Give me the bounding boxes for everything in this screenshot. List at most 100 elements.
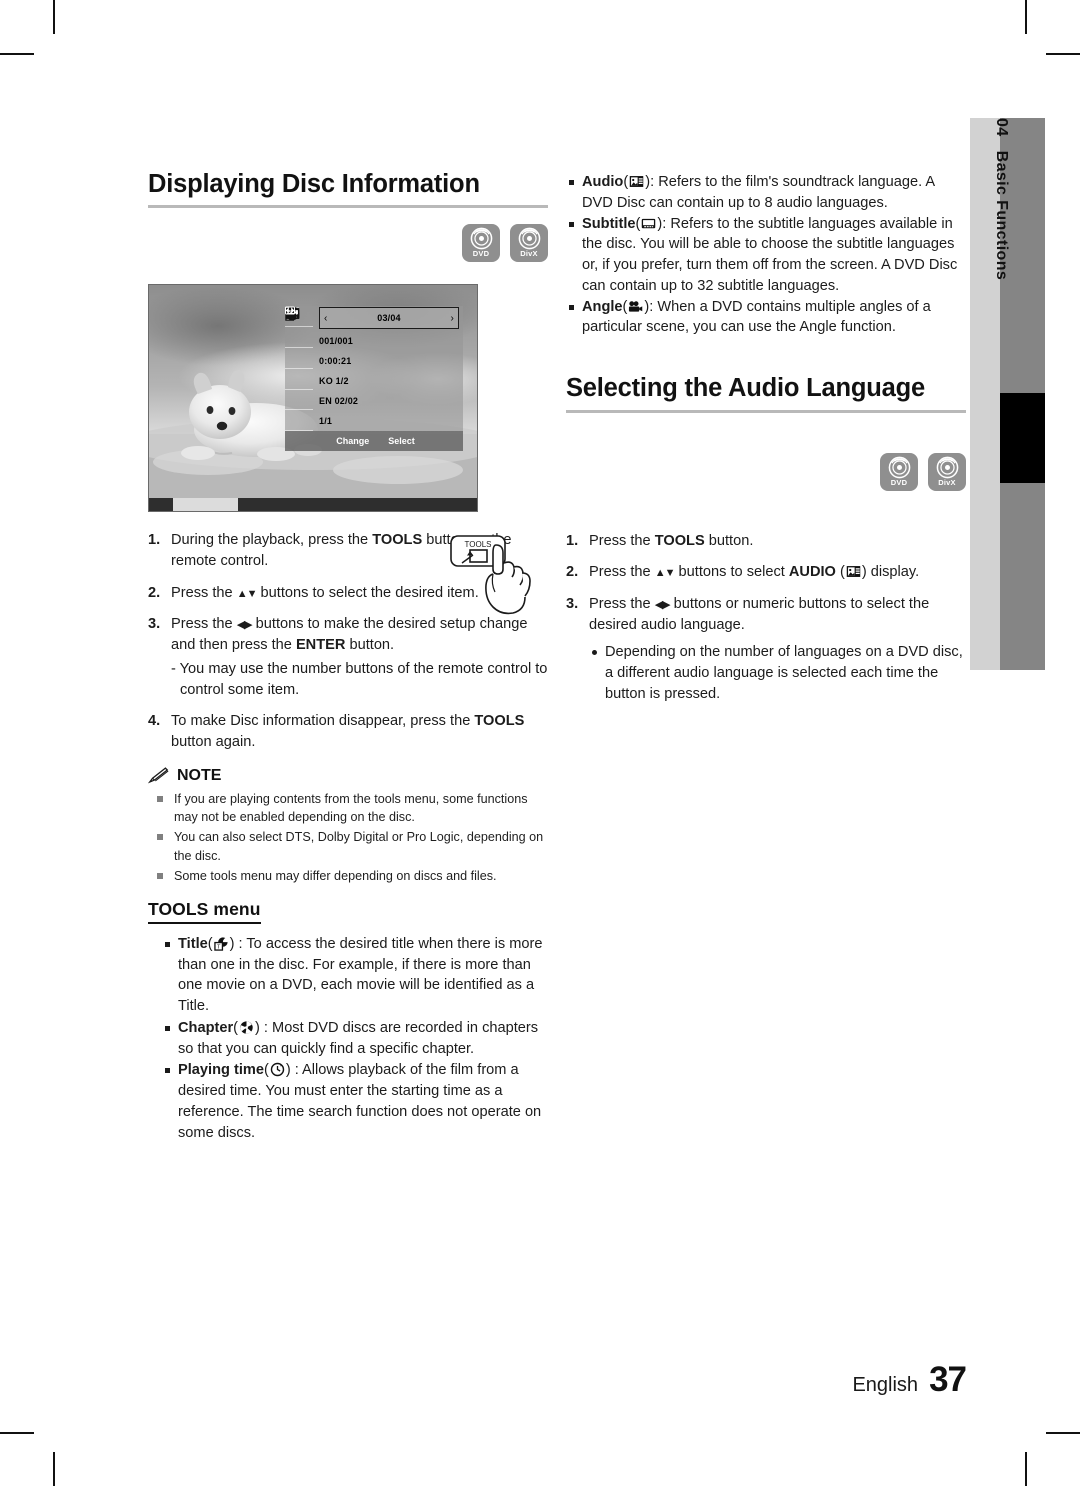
- audio-icon: [629, 174, 644, 189]
- osd-prev-arrow[interactable]: ‹: [324, 313, 328, 324]
- term-bullet: Angle(): When a DVD contains multiple an…: [566, 297, 966, 339]
- disc-badge-label: DivX: [520, 249, 538, 259]
- step-text: To make Disc information disappear, pres…: [171, 713, 525, 751]
- note-block: NOTE If you are playing contents from th…: [148, 767, 548, 885]
- crop-mark-top-right-vertical: [1025, 0, 1027, 34]
- crop-mark-top-left-vertical: [53, 0, 55, 34]
- disc-badge-dvd: DVD: [880, 452, 918, 491]
- hand-pressing-tools-button-illustration: TOOLS: [450, 535, 531, 615]
- audio-icon: [846, 564, 861, 579]
- angle-icon: [628, 299, 643, 314]
- tools-menu-item: Title(T) : To access the desired title w…: [148, 934, 548, 1017]
- step-number: 2.: [148, 584, 161, 601]
- page-title: Displaying Disc Information: [148, 170, 480, 198]
- tools-menu-title: TOOLS menu: [148, 899, 261, 925]
- crop-mark-top-right-horizontal: [1046, 53, 1080, 55]
- step-text: Press the ▲▼ buttons to select AUDIO () …: [589, 564, 920, 581]
- audio-language-title: Selecting the Audio Language: [566, 374, 925, 403]
- note-item: You can also select DTS, Dolby Digital o…: [148, 828, 548, 865]
- osd-row-value: 1/1: [319, 416, 333, 427]
- divx-disc-icon: [518, 227, 541, 250]
- osd-subtitle-icon: [285, 309, 313, 411]
- footer-language: English: [852, 1374, 919, 1396]
- term-bullet: Subtitle(): Refers to the subtitle langu…: [566, 214, 966, 297]
- osd-row-value: KO 1/2: [319, 375, 349, 386]
- subtitle-icon: [641, 216, 656, 231]
- osd-next-arrow[interactable]: ›: [450, 313, 454, 324]
- step-item: 2. Press the ▲▼ buttons to select AUDIO (…: [566, 562, 966, 583]
- step-sub-bullet: Depending on the number of languages on …: [589, 642, 966, 704]
- step-sub-note: - You may use the number buttons of the …: [171, 660, 548, 698]
- osd-row[interactable]: KO 1/2: [319, 371, 463, 391]
- note-list: If you are playing contents from the too…: [148, 790, 548, 885]
- chapter-number: 04: [993, 118, 1010, 137]
- disc-info-osd: T ‹ 03/04 › 001/001 0:00:21 KO 1/2 EN 02/02 1/1…: [285, 306, 463, 456]
- crop-mark-top-left-horizontal: [0, 53, 34, 55]
- osd-row-value: EN 02/02: [319, 396, 359, 407]
- step-text: Press the ◀▶ buttons or numeric buttons …: [589, 596, 930, 633]
- osd-row[interactable]: EN 02/02: [319, 391, 463, 411]
- note-item: Some tools menu may differ depending on …: [148, 867, 548, 885]
- playing-time-icon: [270, 1062, 285, 1077]
- osd-row-value: 03/04: [377, 313, 401, 324]
- left-disc-badges: DVD DivX: [148, 224, 548, 263]
- disc-badge-divx: DivX: [928, 452, 966, 491]
- osd-playing-time-icon: [285, 307, 313, 369]
- tools-menu-list: Title(T) : To access the desired title w…: [148, 934, 548, 1143]
- disc-badge-label: DivX: [938, 477, 956, 487]
- tools-menu-item: Playing time() : Allows playback of the …: [148, 1060, 548, 1143]
- left-column: Displaying Disc Information DVD DivX ‹ 0…: [148, 170, 548, 1144]
- note-title: NOTE: [177, 766, 222, 784]
- crop-mark-bottom-left-horizontal: [0, 1432, 34, 1434]
- osd-row[interactable]: 1/1: [319, 411, 463, 431]
- chapter-tab: 04 Basic Functions: [970, 118, 1045, 670]
- osd-angle-icon: [285, 308, 313, 432]
- crop-mark-bottom-right-vertical: [1025, 1452, 1027, 1486]
- osd-chapter-icon: [285, 307, 313, 348]
- footer-page-number: 37: [929, 1360, 967, 1399]
- chapter-icon: [239, 1020, 254, 1035]
- crop-mark-bottom-right-horizontal: [1046, 1432, 1080, 1434]
- crop-mark-bottom-left-vertical: [53, 1452, 55, 1486]
- term-bullet: Audio(): Refers to the film's soundtrack…: [566, 172, 966, 214]
- step-item: 1. Press the TOOLS button.: [566, 531, 966, 552]
- right-column: Audio(): Refers to the film's soundtrack…: [566, 172, 966, 705]
- title-icon: T: [213, 936, 229, 951]
- step-item: 4. To make Disc information disappear, pr…: [148, 711, 548, 752]
- osd-row-value: 001/001: [319, 335, 353, 346]
- step-number: 3.: [566, 596, 579, 612]
- step-item: 3. Press the ◀▶ buttons or numeric button…: [566, 594, 966, 635]
- chapter-tab-text: 04 Basic Functions: [986, 118, 1016, 658]
- tools-menu-item: Chapter() : Most DVD discs are recorded …: [148, 1018, 548, 1059]
- note-header: NOTE: [148, 767, 548, 785]
- page-footer: English 37: [0, 1360, 967, 1400]
- audio-language-steps: 1. Press the TOOLS button. 2. Press the ▲▼ …: [566, 531, 966, 705]
- page-title-rule: [148, 205, 548, 209]
- audio-language-title-rule: [566, 409, 966, 413]
- dvd-disc-icon: [470, 227, 493, 250]
- dvd-disc-icon: [888, 456, 911, 479]
- right-disc-badges: DVD DivX: [566, 452, 966, 491]
- svg-text:TOOLS: TOOLS: [465, 540, 492, 549]
- pencil-icon: [148, 767, 169, 784]
- osd-row[interactable]: 001/001: [319, 330, 463, 350]
- svg-text:T: T: [217, 944, 221, 950]
- chapter-label: Basic Functions: [993, 150, 1010, 281]
- disc-badge-dvd: DVD: [462, 224, 500, 263]
- tv-screenshot: T ‹ 03/04 › 001/001 0:00:21 KO 1/2 EN 02/02 1/1…: [148, 284, 478, 513]
- manual-page: 04 Basic Functions Displaying Disc Infor…: [0, 0, 1080, 1486]
- osd-icon-column: T: [285, 306, 313, 432]
- step-number: 1.: [566, 532, 579, 549]
- tools-menu-block: TOOLS menu Title(T) : To access the desi…: [148, 899, 548, 1143]
- note-item: If you are playing contents from the too…: [148, 790, 548, 827]
- step-number: 3.: [148, 616, 161, 633]
- disc-badge-label: DVD: [890, 477, 908, 487]
- osd-hint-select: Select: [285, 306, 415, 446]
- osd-row-selected[interactable]: ‹ 03/04 ›: [319, 307, 459, 330]
- disc-badge-label: DVD: [472, 249, 490, 259]
- disc-badge-divx: DivX: [510, 224, 548, 263]
- step-sub-bullets: Depending on the number of languages on …: [589, 642, 966, 704]
- step-number: 1.: [148, 532, 161, 549]
- osd-row[interactable]: 0:00:21: [319, 351, 463, 371]
- step-number: 4.: [148, 713, 161, 730]
